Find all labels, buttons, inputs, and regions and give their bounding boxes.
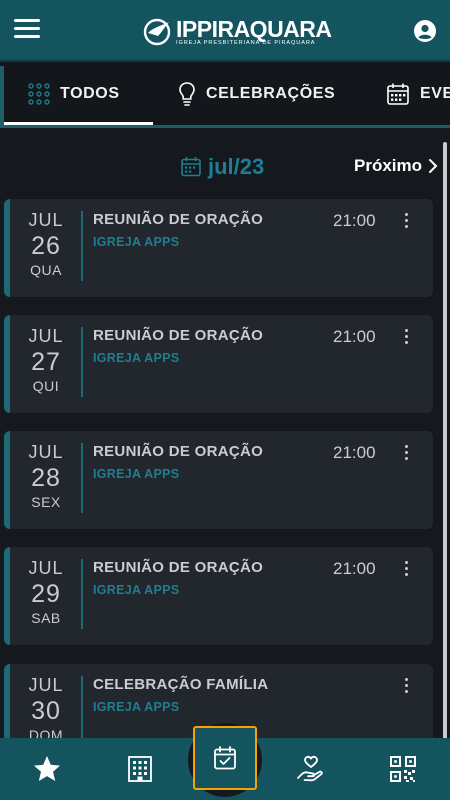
event-title: REUNIÃO DE ORAÇÃO	[93, 559, 264, 576]
tabs-edge	[0, 66, 4, 128]
event-month: JUL	[28, 326, 64, 346]
card-divider	[81, 443, 83, 513]
tab-celebracoes[interactable]: CELEBRAÇÕES	[178, 62, 336, 125]
card-accent	[4, 431, 10, 529]
grid-dots-icon	[28, 83, 50, 105]
month-navigator: jul/23 Próximo	[0, 142, 450, 192]
tab-label: TODOS	[60, 85, 120, 102]
tab-eventos[interactable]: EVENTOS	[386, 62, 450, 125]
event-card[interactable]: JUL 26 QUA REUNIÃO DE ORAÇÃO IGREJA APPS…	[4, 199, 433, 297]
event-day: 28	[31, 464, 61, 492]
star-icon[interactable]	[32, 754, 62, 784]
hand-heart-icon[interactable]	[296, 754, 326, 784]
more-vertical-icon[interactable]	[400, 329, 412, 349]
event-time: 21:00	[333, 443, 376, 462]
card-divider	[81, 211, 83, 281]
calendar-nav-button[interactable]	[193, 726, 257, 790]
month-label: jul/23	[208, 154, 265, 179]
event-organizer: IGREJA APPS	[93, 700, 180, 714]
event-day: 27	[31, 348, 61, 376]
app-bar: IPPIRAQUARA IGREJA PRESBITERIANA DE PIRA…	[0, 0, 450, 62]
event-organizer: IGREJA APPS	[93, 351, 180, 365]
card-accent	[4, 199, 10, 297]
event-date: JUL 30 DOM	[16, 674, 76, 744]
next-month-button[interactable]: Próximo	[354, 156, 440, 176]
event-weekday: QUI	[32, 378, 60, 394]
event-weekday: SEX	[31, 494, 61, 510]
event-title: REUNIÃO DE ORAÇÃO	[93, 211, 264, 228]
event-month: JUL	[28, 675, 64, 695]
tab-label: EVENTOS	[420, 85, 450, 102]
event-organizer: IGREJA APPS	[93, 467, 180, 481]
next-label: Próximo	[354, 156, 423, 175]
event-weekday: QUA	[30, 262, 62, 278]
event-card[interactable]: JUL 28 SEX REUNIÃO DE ORAÇÃO IGREJA APPS…	[4, 431, 433, 529]
category-tabs: TODOS CELEBRAÇÕES EV	[0, 62, 450, 128]
event-organizer: IGREJA APPS	[93, 235, 180, 249]
scrollbar[interactable]	[443, 142, 447, 742]
tab-label: CELEBRAÇÕES	[206, 85, 336, 102]
dove-logo-icon	[143, 18, 171, 46]
more-vertical-icon[interactable]	[400, 213, 412, 233]
more-vertical-icon[interactable]	[400, 678, 412, 698]
event-day: 29	[31, 580, 61, 608]
qr-code-icon[interactable]	[388, 754, 418, 784]
active-tab-indicator	[4, 122, 153, 125]
event-day: 30	[31, 697, 61, 725]
card-divider	[81, 327, 83, 397]
building-icon[interactable]	[125, 754, 155, 784]
more-vertical-icon[interactable]	[400, 445, 412, 465]
event-title: REUNIÃO DE ORAÇÃO	[93, 327, 264, 344]
app-title: IPPIRAQUARA	[176, 15, 332, 42]
calendar-icon	[387, 83, 409, 105]
event-month: JUL	[28, 558, 64, 578]
event-date: JUL 26 QUA	[16, 209, 76, 279]
hamburger-menu-icon[interactable]	[14, 19, 40, 41]
event-time: 21:00	[333, 559, 376, 578]
app-subtitle: IGREJA PRESBITERIANA DE PIRAQUARA	[176, 39, 316, 46]
current-month[interactable]: jul/23	[180, 154, 264, 180]
chevron-right-icon	[429, 159, 438, 173]
card-divider	[81, 559, 83, 629]
event-title: CELEBRAÇÃO FAMÍLIA	[93, 676, 269, 693]
calendar-icon	[181, 157, 201, 177]
app-logo: IPPIRAQUARA IGREJA PRESBITERIANA DE PIRA…	[142, 16, 332, 48]
event-time: 21:00	[333, 211, 376, 230]
user-circle-icon[interactable]	[414, 20, 436, 42]
card-accent	[4, 315, 10, 413]
card-accent	[4, 547, 10, 645]
lightbulb-icon	[179, 82, 195, 106]
event-card[interactable]: JUL 29 SAB REUNIÃO DE ORAÇÃO IGREJA APPS…	[4, 547, 433, 645]
event-date: JUL 29 SAB	[16, 557, 76, 627]
event-date: JUL 28 SEX	[16, 441, 76, 511]
event-organizer: IGREJA APPS	[93, 583, 180, 597]
event-card[interactable]: JUL 27 QUI REUNIÃO DE ORAÇÃO IGREJA APPS…	[4, 315, 433, 413]
event-time: 21:00	[333, 327, 376, 346]
event-month: JUL	[28, 442, 64, 462]
event-day: 26	[31, 232, 61, 260]
tab-todos[interactable]: TODOS	[28, 62, 120, 125]
event-title: REUNIÃO DE ORAÇÃO	[93, 443, 264, 460]
card-divider	[81, 676, 83, 746]
calendar-check-icon	[214, 746, 236, 770]
event-month: JUL	[28, 210, 64, 230]
event-date: JUL 27 QUI	[16, 325, 76, 395]
event-weekday: SAB	[31, 610, 61, 626]
more-vertical-icon[interactable]	[400, 561, 412, 581]
